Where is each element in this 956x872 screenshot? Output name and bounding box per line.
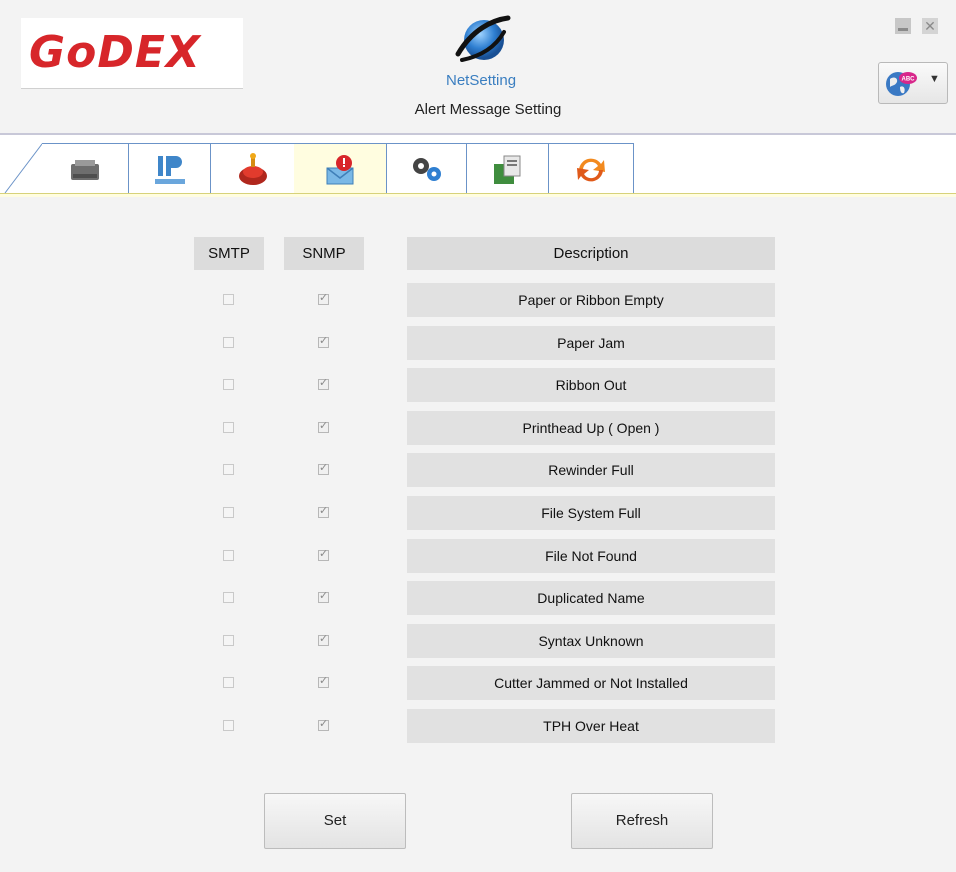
alert-description: Rewinder Full (407, 453, 775, 487)
close-button[interactable]: ✕ (922, 18, 938, 34)
settings-gears-icon (413, 158, 441, 181)
alert-message-icon (326, 155, 354, 185)
chevron-down-icon: ▼ (929, 73, 940, 85)
tab-java[interactable] (466, 143, 550, 194)
smtp-checkbox[interactable] (223, 635, 234, 646)
language-badge-text: ABC (902, 77, 916, 83)
tab-printer[interactable] (42, 143, 129, 194)
snmp-checkbox[interactable] (318, 419, 329, 433)
ip-network-icon (155, 156, 185, 184)
snmp-checkbox[interactable] (318, 376, 329, 390)
refresh-button[interactable]: Refresh (571, 793, 713, 849)
alert-description: File Not Found (407, 539, 775, 573)
snmp-checkbox[interactable] (318, 547, 329, 561)
smtp-checkbox[interactable] (223, 422, 234, 433)
alert-description: Paper Jam (407, 326, 775, 360)
tab-alarm[interactable] (210, 143, 296, 194)
snmp-checkbox[interactable] (318, 632, 329, 646)
tab-alert-message[interactable] (294, 143, 387, 196)
refresh-arrows-icon (577, 158, 605, 182)
close-icon: ✕ (924, 18, 936, 34)
alert-description: Ribbon Out (407, 368, 775, 402)
smtp-checkbox[interactable] (223, 464, 234, 475)
snmp-checkbox[interactable] (318, 461, 329, 475)
smtp-checkbox[interactable] (223, 507, 234, 518)
tab-ip-network[interactable] (128, 143, 212, 194)
module-name: NetSetting (446, 72, 517, 89)
java-icon (494, 155, 521, 184)
smtp-checkbox[interactable] (223, 294, 234, 305)
alert-description: TPH Over Heat (407, 709, 775, 743)
netsetting-globe-icon (455, 15, 511, 62)
snmp-checkbox[interactable] (318, 291, 329, 305)
minimize-button[interactable] (895, 18, 911, 34)
smtp-checkbox[interactable] (223, 592, 234, 603)
smtp-checkbox[interactable] (223, 550, 234, 561)
snmp-checkbox[interactable] (318, 674, 329, 688)
godex-logo: GoDEX (21, 18, 243, 89)
snmp-checkbox[interactable] (318, 334, 329, 348)
alert-description: Syntax Unknown (407, 624, 775, 658)
brand-logo-text: GoDEX (29, 27, 201, 78)
snmp-checkbox[interactable] (318, 717, 329, 731)
alert-description: Duplicated Name (407, 581, 775, 615)
smtp-column-header: SMTP (194, 237, 264, 270)
smtp-checkbox[interactable] (223, 677, 234, 688)
smtp-checkbox[interactable] (223, 720, 234, 731)
snmp-checkbox[interactable] (318, 504, 329, 518)
tab-refresh[interactable] (548, 143, 634, 194)
alert-description: Paper or Ribbon Empty (407, 283, 775, 317)
description-column-header: Description (407, 237, 775, 270)
alarm-icon (239, 153, 267, 185)
smtp-checkbox[interactable] (223, 337, 234, 348)
smtp-checkbox[interactable] (223, 379, 234, 390)
snmp-column-header: SNMP (284, 237, 364, 270)
app-header: GoDEX NetSetting Alert Message Setting ✕… (0, 0, 956, 135)
language-globe-icon: ABC (886, 72, 917, 96)
printer-icon (71, 160, 99, 180)
tab-settings[interactable] (386, 143, 468, 194)
set-button[interactable]: Set (264, 793, 406, 849)
snmp-checkbox[interactable] (318, 589, 329, 603)
page-title: Alert Message Setting (414, 101, 562, 118)
alert-description: File System Full (407, 496, 775, 530)
alert-description: Printhead Up ( Open ) (407, 411, 775, 445)
language-dropdown[interactable]: ABC ▼ (878, 62, 948, 104)
alert-description: Cutter Jammed or Not Installed (407, 666, 775, 700)
